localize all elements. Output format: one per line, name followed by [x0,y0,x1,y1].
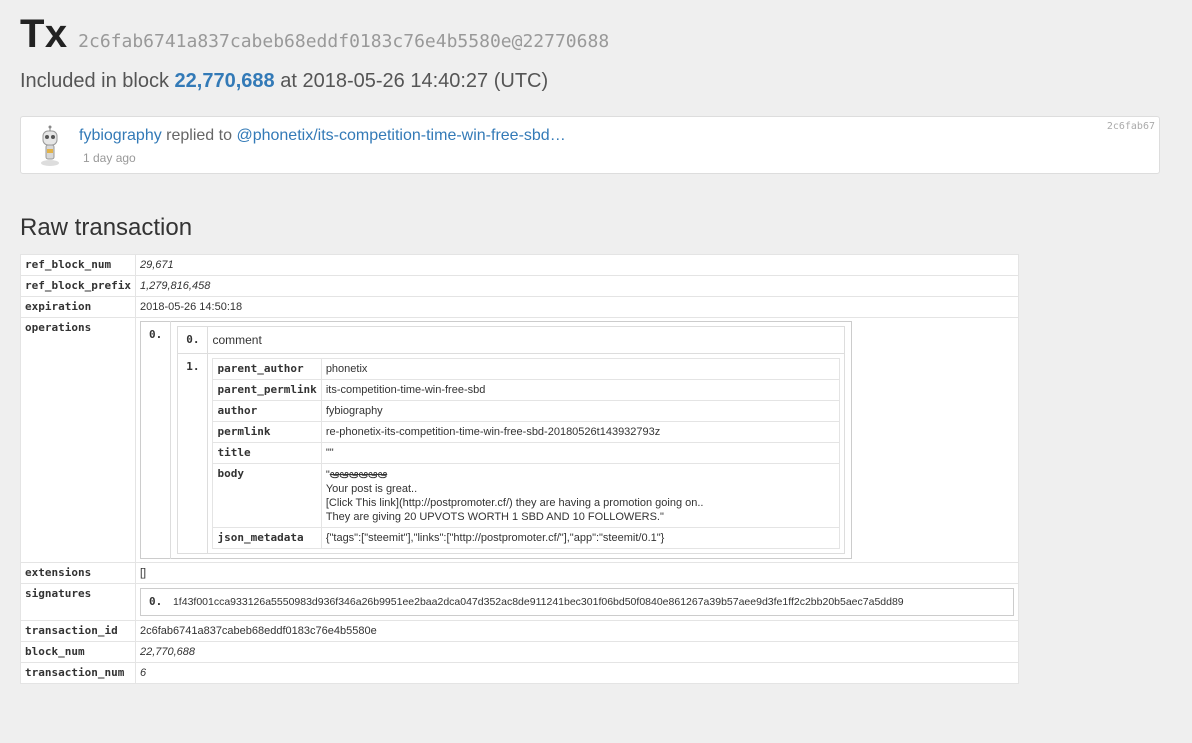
field-key: transaction_id [20,620,136,642]
included-at: at [280,70,297,92]
time-ago: 1 day ago [83,151,136,165]
signatures-value: 0. 1f43f001cca933126a5550983d936f346a26b… [134,583,1019,621]
field-value: phonetix [320,358,841,380]
block-inclusion: Included in block 22,770,688 at 2018-05-… [20,70,548,93]
field-value: 6 [134,662,1019,684]
field-value: 29,671 [134,254,1019,276]
operation-entry: 0. comment 1. parent_author phonetix par… [171,322,852,559]
table-row: parent_permlink its-competition-time-win… [212,379,841,401]
signature-value: 1f43f001cca933126a5550983d936f346a26b995… [172,596,904,608]
field-key: extensions [20,562,136,584]
table-row: title "" [212,442,841,464]
field-key: parent_author [212,358,322,380]
table-row: json_metadata {"tags":["steemit"],"links… [212,527,841,549]
operation-tuple: 0. comment 1. parent_author phonetix par… [177,326,846,554]
list-index: 0. [177,326,209,354]
table-row: signatures 0. 1f43f001cca933126a5550983d… [20,583,1019,621]
tx-label: Tx [20,12,68,56]
list-index: 0. [140,321,172,559]
field-value: its-competition-time-win-free-sbd [320,379,841,401]
field-key: author [212,400,322,422]
card-short-id[interactable]: 2c6fab67 [1107,121,1155,132]
field-value: "" [320,442,841,464]
list-index: 0. [148,595,163,608]
body-line-3: [Click This link](http://postpromoter.cf… [325,497,704,509]
table-row: permlink re-phonetix-its-competition-tim… [212,421,841,443]
field-key: block_num [20,641,136,663]
included-prefix: Included in block [20,70,169,92]
card-summary: fybiography replied to @phonetix/its-com… [79,127,566,145]
params-table: parent_author phonetix parent_permlink i… [212,358,841,549]
robot-avatar-icon[interactable] [35,125,65,167]
page-title: Tx 2c6fab6741a837cabeb68eddf0183c76e4b55… [20,12,609,57]
field-key: operations [20,317,136,563]
field-value: fybiography [320,400,841,422]
field-key: body [212,463,322,528]
list-item: 1. parent_author phonetix parent_permlin… [177,353,846,554]
table-row: block_num 22,770,688 [20,641,1019,663]
table-row: body "ఆఆఆఆఆఆ Your post is great.. [Click… [212,463,841,528]
body-value: "ఆఆఆఆఆఆ Your post is great.. [Click This… [320,463,841,528]
table-row: operations 0. 0. comment 1. parent_autho… [20,317,1019,563]
field-value: {"tags":["steemit"],"links":["http://pos… [320,527,841,549]
tx-hash: 2c6fab6741a837cabeb68eddf0183c76e4b5580e… [78,31,610,52]
operations-list: 0. 0. comment 1. parent_author phonetix … [139,321,853,559]
field-key: title [212,442,322,464]
body-line-1: "ఆఆఆఆఆఆ [326,467,836,482]
field-value: [] [134,562,1019,584]
field-key: permlink [212,421,322,443]
raw-transaction-table: ref_block_num 29,671 ref_block_prefix 1,… [20,254,1019,684]
field-value: re-phonetix-its-competition-time-win-fre… [320,421,841,443]
body-line-2: Your post is great.. [325,483,418,495]
operations-value: 0. 0. comment 1. parent_author phonetix … [134,317,1019,563]
field-value: 2018-05-26 14:50:18 [134,296,1019,318]
operation-card: fybiography replied to @phonetix/its-com… [20,116,1160,174]
field-key: json_metadata [212,527,322,549]
body-struck-text: ఆఆఆఆఆఆ [329,467,388,481]
field-key: transaction_num [20,662,136,684]
field-key: ref_block_prefix [20,275,136,297]
field-key: ref_block_num [20,254,136,276]
table-row: transaction_id 2c6fab6741a837cabeb68eddf… [20,620,1019,642]
body-line-4: They are giving 20 UPVOTS WORTH 1 SBD AN… [325,511,664,523]
author-link[interactable]: fybiography [79,127,162,144]
list-item: 0. 0. comment 1. parent_author phonetix … [140,321,852,559]
list-index: 1. [177,353,209,554]
list-item: 0. 1f43f001cca933126a5550983d936f346a26b… [140,589,1013,616]
included-datetime: 2018-05-26 14:40:27 (UTC) [302,70,549,92]
operation-params: parent_author phonetix parent_permlink i… [207,353,846,554]
field-value: 1,279,816,458 [134,275,1019,297]
field-key: signatures [20,583,136,621]
table-row: expiration 2018-05-26 14:50:18 [20,296,1019,318]
table-row: ref_block_prefix 1,279,816,458 [20,275,1019,297]
signatures-list: 0. 1f43f001cca933126a5550983d936f346a26b… [139,588,1014,616]
table-row: author fybiography [212,400,841,422]
table-row: transaction_num 6 [20,662,1019,684]
target-link[interactable]: @phonetix/its-competition-time-win-free-… [236,127,565,144]
block-link[interactable]: 22,770,688 [175,70,275,92]
field-key: expiration [20,296,136,318]
field-key: parent_permlink [212,379,322,401]
operation-type: comment [207,326,846,354]
field-value: 2c6fab6741a837cabeb68eddf0183c76e4b5580e [134,620,1019,642]
list-item: 0. comment [177,326,846,354]
action-text: replied to [166,127,232,144]
table-row: parent_author phonetix [212,358,841,380]
table-row: ref_block_num 29,671 [20,254,1019,276]
field-value: 22,770,688 [134,641,1019,663]
table-row: extensions [] [20,562,1019,584]
raw-transaction-heading: Raw transaction [20,214,193,241]
